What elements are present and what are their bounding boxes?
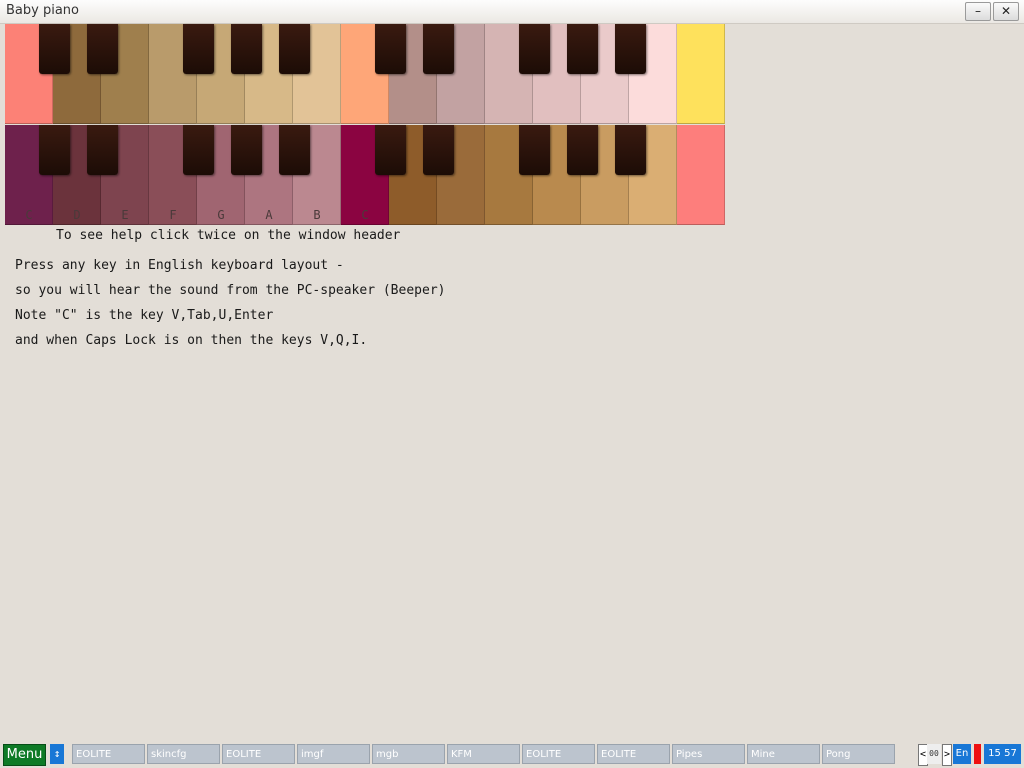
- note-label: D: [73, 208, 81, 222]
- lower-black-key-3[interactable]: [183, 125, 214, 175]
- note-label: F: [169, 208, 177, 222]
- taskbar-task-button[interactable]: mgb: [372, 744, 445, 764]
- lower-black-key-10[interactable]: [615, 125, 646, 175]
- help-line-4: and when Caps Lock is on then the keys V…: [15, 333, 368, 348]
- note-label: B: [313, 208, 321, 222]
- help-line-2: so you will hear the sound from the PC-s…: [15, 283, 446, 298]
- language-indicator[interactable]: En: [953, 744, 971, 764]
- taskbar-task-button[interactable]: EOLITE: [72, 744, 145, 764]
- upper-black-key-8[interactable]: [519, 24, 550, 74]
- taskbar-task-button[interactable]: EOLITE: [222, 744, 295, 764]
- upper-black-key-4[interactable]: [231, 24, 262, 74]
- lower-black-key-4[interactable]: [231, 125, 262, 175]
- note-label: G: [217, 208, 225, 222]
- close-button[interactable]: ✕: [993, 2, 1019, 21]
- taskbar-task-button[interactable]: KFM: [447, 744, 520, 764]
- status-indicator: [974, 744, 981, 764]
- workspace-indicator: 00: [927, 744, 941, 764]
- window-title: Baby piano: [6, 3, 79, 18]
- lower-black-key-8[interactable]: [519, 125, 550, 175]
- upper-black-key-9[interactable]: [567, 24, 598, 74]
- start-menu-button[interactable]: Menu: [3, 744, 46, 766]
- taskbar-task-button[interactable]: Pipes: [672, 744, 745, 764]
- lower-black-key-1[interactable]: [39, 125, 70, 175]
- help-line-3: Note "C" is the key V,Tab,U,Enter: [15, 308, 274, 323]
- workspace-next-button[interactable]: >: [942, 744, 952, 766]
- taskbar-task-button[interactable]: imgf: [297, 744, 370, 764]
- piano-keyboard: CDEFGABC: [5, 24, 726, 225]
- upper-black-key-1[interactable]: [39, 24, 70, 74]
- upper-black-key-3[interactable]: [183, 24, 214, 74]
- clock[interactable]: 15 57: [984, 744, 1021, 764]
- note-label: A: [265, 208, 273, 222]
- taskbar-task-button[interactable]: skincfg: [147, 744, 220, 764]
- taskbar: Menu ↕ EOLITE skincfg EOLITE imgf mgb KFM EOLI…: [0, 740, 1024, 768]
- lower-white-key-15[interactable]: [677, 125, 725, 225]
- upper-white-key-15[interactable]: [677, 24, 725, 124]
- lower-black-key-7[interactable]: [423, 125, 454, 175]
- upper-black-key-7[interactable]: [423, 24, 454, 74]
- note-label: C: [361, 208, 369, 222]
- note-label: C: [25, 208, 33, 222]
- help-line-1: Press any key in English keyboard layout…: [15, 258, 344, 273]
- header-hint-text: To see help click twice on the window he…: [56, 228, 401, 243]
- lower-black-key-6[interactable]: [375, 125, 406, 175]
- taskbar-task-button[interactable]: Mine: [747, 744, 820, 764]
- taskbar-task-button[interactable]: Pong: [822, 744, 895, 764]
- taskbar-task-button[interactable]: EOLITE: [597, 744, 670, 764]
- minimize-button[interactable]: –: [965, 2, 991, 21]
- taskbar-task-button[interactable]: EOLITE: [522, 744, 595, 764]
- sort-windows-icon[interactable]: ↕: [50, 744, 64, 764]
- lower-black-key-2[interactable]: [87, 125, 118, 175]
- upper-black-key-5[interactable]: [279, 24, 310, 74]
- note-label: E: [121, 208, 129, 222]
- lower-black-key-5[interactable]: [279, 125, 310, 175]
- window-titlebar[interactable]: Baby piano – ✕: [0, 0, 1024, 24]
- upper-black-key-6[interactable]: [375, 24, 406, 74]
- upper-black-key-10[interactable]: [615, 24, 646, 74]
- upper-black-key-2[interactable]: [87, 24, 118, 74]
- lower-black-key-9[interactable]: [567, 125, 598, 175]
